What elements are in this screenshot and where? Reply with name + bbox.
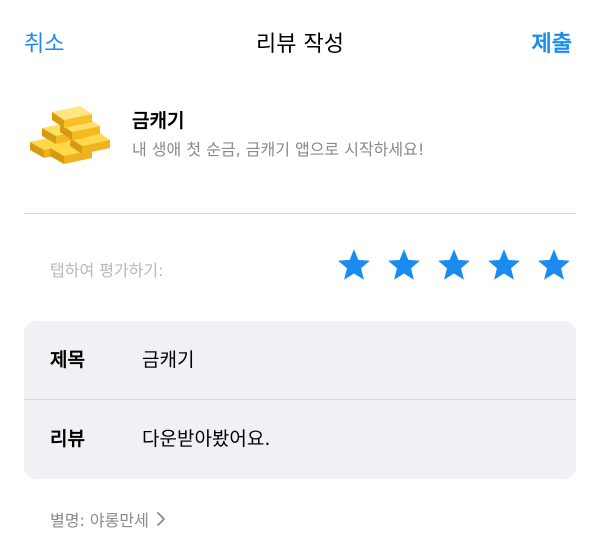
star-rating[interactable] <box>336 247 572 289</box>
review-sheet: 취소 리뷰 작성 제출 금캐기 내 생애 첫 순금, 금캐기 앱으로 시작하세요… <box>0 0 600 550</box>
star-icon-3[interactable] <box>436 247 472 283</box>
star-icon-4[interactable] <box>486 247 522 283</box>
star-icon-1[interactable] <box>336 247 372 283</box>
rating-label: 탭하여 평가하기: <box>50 261 164 280</box>
star-icon-5[interactable] <box>536 247 572 283</box>
nickname-text: 별명: 야롱만세 <box>50 511 149 530</box>
submit-button[interactable]: 제출 <box>532 26 572 58</box>
nickname-link[interactable]: 별명: 야롱만세 <box>50 507 167 531</box>
review-label: 리뷰 <box>50 428 85 450</box>
review-field[interactable]: 리뷰 다운받아봤어요. <box>24 400 576 478</box>
app-info: 금캐기 내 생애 첫 순금, 금캐기 앱으로 시작하세요! <box>28 98 578 178</box>
review-form: 제목 금캐기 리뷰 다운받아봤어요. <box>24 321 576 479</box>
star-icon-2[interactable] <box>386 247 422 283</box>
app-subtitle: 내 생애 첫 순금, 금캐기 앱으로 시작하세요! <box>132 140 425 159</box>
review-input[interactable]: 다운받아봤어요. <box>142 424 270 451</box>
title-label: 제목 <box>50 349 85 371</box>
page-title: 리뷰 작성 <box>256 32 344 57</box>
gold-bars-icon <box>30 106 110 164</box>
navigation-bar: 취소 리뷰 작성 제출 <box>0 0 600 88</box>
title-input[interactable]: 금캐기 <box>142 345 194 372</box>
app-name: 금캐기 <box>132 110 185 132</box>
title-field[interactable]: 제목 금캐기 <box>24 321 576 399</box>
divider <box>24 213 576 214</box>
chevron-right-icon <box>156 512 165 526</box>
